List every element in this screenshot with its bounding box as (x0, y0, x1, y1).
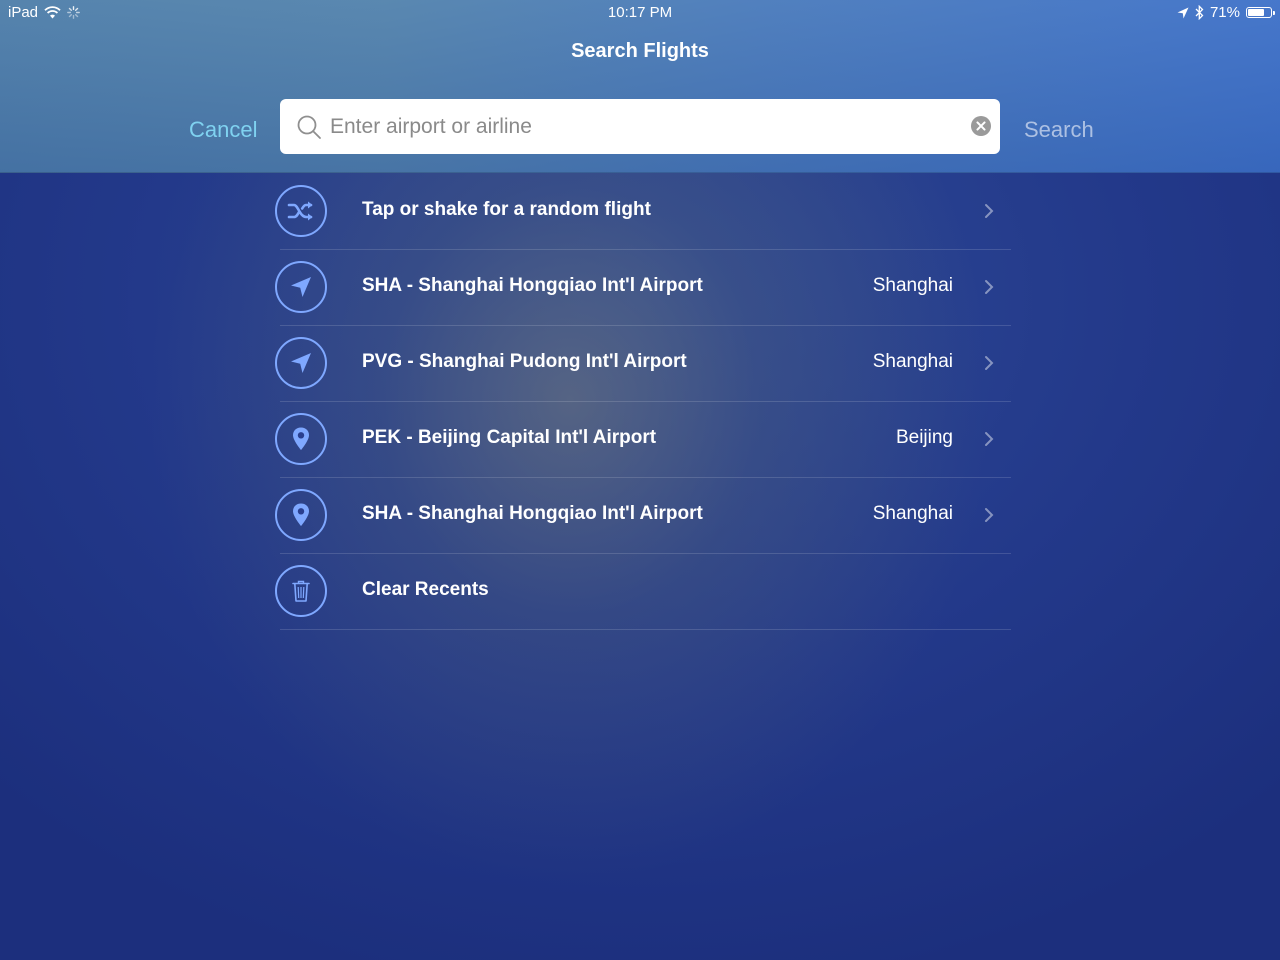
clear-icon[interactable] (971, 116, 991, 136)
recent-airport-icon-circle (275, 413, 327, 465)
row-city: Beijing (895, 427, 953, 448)
map-pin-icon (293, 503, 309, 526)
search-input[interactable] (330, 99, 950, 154)
clear-recents-row[interactable]: Clear Recents (275, 554, 1011, 630)
location-services-icon (1177, 7, 1189, 18)
random-flight-icon-circle (275, 185, 327, 237)
row-label: Tap or shake for a random flight (362, 199, 651, 220)
chevron-right-icon (985, 432, 994, 446)
page-title: Search Flights (571, 40, 709, 62)
search-icon (297, 115, 321, 139)
search-button[interactable]: Search (1024, 117, 1094, 143)
nearby-airport-icon-circle (275, 337, 327, 389)
battery-level (1248, 9, 1264, 16)
chevron-right-icon (985, 508, 994, 522)
row-label: Clear Recents (362, 579, 489, 600)
list-item[interactable]: SHA - Shanghai Hongqiao Int'l Airport Sh… (275, 478, 1011, 554)
recent-airport-icon-circle (275, 489, 327, 541)
trash-icon (292, 580, 310, 602)
search-box[interactable] (280, 99, 1000, 154)
location-arrow-icon (291, 277, 311, 297)
shuffle-icon (287, 201, 313, 221)
clear-recents-icon-circle (275, 565, 327, 617)
list-item[interactable]: PEK - Beijing Capital Int'l Airport Beij… (275, 402, 1011, 478)
search-results-list: Tap or shake for a random flight SHA - S… (275, 174, 1011, 630)
row-label: SHA - Shanghai Hongqiao Int'l Airport (362, 503, 703, 524)
bluetooth-icon (1195, 5, 1204, 20)
cancel-button[interactable]: Cancel (189, 117, 257, 143)
random-flight-row[interactable]: Tap or shake for a random flight (275, 174, 1011, 250)
row-label: PVG - Shanghai Pudong Int'l Airport (362, 351, 687, 372)
map-pin-icon (293, 427, 309, 450)
row-label: PEK - Beijing Capital Int'l Airport (362, 427, 657, 448)
status-bar: iPad 10:17 PM 71% (0, 0, 1280, 26)
location-arrow-icon (291, 353, 311, 373)
row-city: Shanghai (872, 275, 953, 296)
status-right: 71% (1177, 4, 1275, 21)
chevron-right-icon (985, 204, 994, 218)
row-city: Shanghai (872, 503, 953, 524)
row-label: SHA - Shanghai Hongqiao Int'l Airport (362, 275, 703, 296)
chevron-right-icon (985, 280, 994, 294)
battery-icon (1246, 7, 1275, 18)
list-item[interactable]: SHA - Shanghai Hongqiao Int'l Airport Sh… (275, 250, 1011, 326)
row-city: Shanghai (872, 351, 953, 372)
nearby-airport-icon-circle (275, 261, 327, 313)
status-time: 10:17 PM (607, 4, 673, 21)
chevron-right-icon (985, 356, 994, 370)
battery-percentage: 71% (1209, 4, 1240, 21)
list-item[interactable]: PVG - Shanghai Pudong Int'l Airport Shan… (275, 326, 1011, 402)
